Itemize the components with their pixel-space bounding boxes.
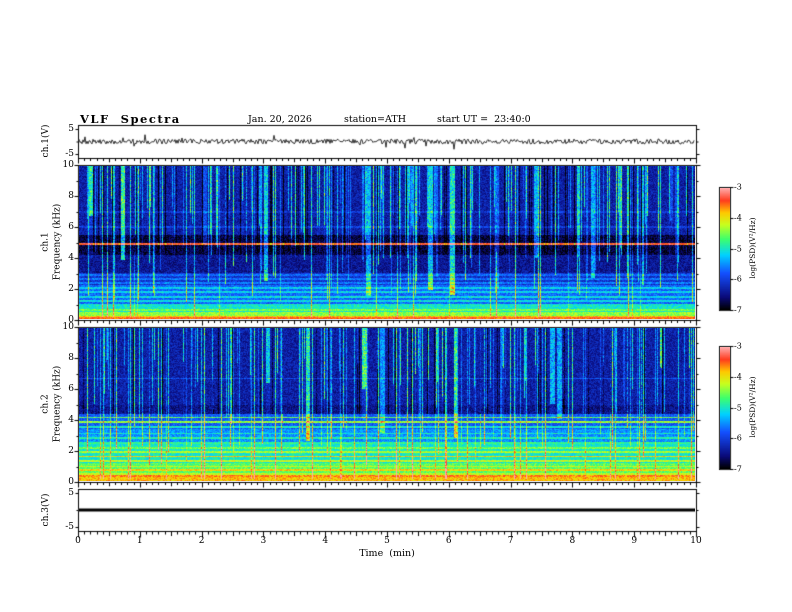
vlf-spectra-figure: VLF Spectra Jan. 20, 2026 station=ATH st… bbox=[0, 0, 792, 612]
colorbar2-tick-label: -6 bbox=[734, 433, 742, 443]
x-axis-tick-label: 8 bbox=[569, 536, 576, 546]
ch1-frequency-tick-label: 0 bbox=[68, 315, 74, 325]
ch3-voltage-tick-label: -5 bbox=[65, 522, 74, 532]
x-axis-tick-label: 10 bbox=[690, 536, 702, 546]
colorbar1-tick-label: -4 bbox=[734, 213, 742, 223]
x-axis-tick-label: 1 bbox=[136, 536, 143, 546]
colorbar1-tick-label: -7 bbox=[734, 305, 742, 315]
x-axis-tick-label: 4 bbox=[322, 536, 329, 546]
x-axis-tick-label: 9 bbox=[631, 536, 638, 546]
ch2-frequency-tick-label: 4 bbox=[68, 415, 74, 425]
x-axis-tick-label: 0 bbox=[75, 536, 81, 546]
x-axis-tick-label: 2 bbox=[198, 536, 205, 546]
ch2-frequency-tick-label: 2 bbox=[68, 446, 74, 456]
colorbar1-tick-label: -6 bbox=[734, 274, 742, 284]
x-axis-tick-label: 7 bbox=[507, 536, 514, 546]
ch1-frequency-tick-label: 2 bbox=[68, 284, 74, 294]
ch2-frequency-tick-label: 0 bbox=[68, 477, 74, 487]
ch2-frequency-tick-label: 6 bbox=[68, 384, 74, 394]
colorbar2-tick-label: -3 bbox=[734, 341, 742, 351]
x-axis-tick-label: 3 bbox=[260, 536, 267, 546]
ch1-voltage-tick-label: -5 bbox=[65, 149, 74, 159]
tick-labels-layer: 0 1 2 3 4 5 6 7 8 9 10 10 10 8 8 6 6 4 4 2 2 0 0 5 -5 5 -5 -3 -3 -4 -4… bbox=[0, 0, 792, 612]
colorbar2-tick-label: -7 bbox=[734, 464, 742, 474]
ch1-frequency-tick-label: 4 bbox=[68, 253, 74, 263]
colorbar1-tick-label: -5 bbox=[734, 244, 742, 253]
ch2-frequency-tick-label: 8 bbox=[68, 353, 74, 363]
colorbar1-tick-label: -3 bbox=[734, 182, 742, 192]
colorbar2-tick-label: -5 bbox=[734, 403, 742, 412]
ch1-voltage-tick-label: 5 bbox=[68, 124, 74, 134]
x-axis-tick-label: 6 bbox=[445, 536, 452, 546]
colorbar2-tick-label: -4 bbox=[734, 372, 742, 382]
x-axis-tick-label: 5 bbox=[384, 536, 390, 546]
ch3-voltage-tick-label: 5 bbox=[68, 488, 74, 498]
ch1-frequency-tick-label: 10 bbox=[62, 160, 74, 170]
ch1-frequency-tick-label: 8 bbox=[68, 191, 74, 201]
ch1-frequency-tick-label: 6 bbox=[68, 222, 74, 232]
